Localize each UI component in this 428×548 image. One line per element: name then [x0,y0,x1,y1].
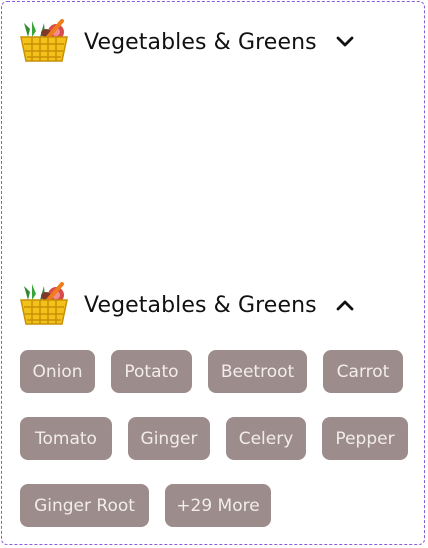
accordion-title: Vegetables & Greens [84,29,317,55]
component-frame [1,1,425,545]
chip-ginger[interactable]: Ginger [128,417,210,460]
accordion-title: Vegetables & Greens [84,292,317,318]
chip-celery[interactable]: Celery [226,417,306,460]
vegetable-basket-icon [20,19,68,62]
chevron-up-icon[interactable] [335,295,355,315]
chip-onion[interactable]: Onion [20,350,95,393]
chip-potato[interactable]: Potato [111,350,192,393]
chevron-down-icon[interactable] [335,32,355,52]
more-chips-button[interactable]: +29 More [165,484,271,527]
chip-tomato[interactable]: Tomato [20,417,112,460]
chip-beetroot[interactable]: Beetroot [208,350,307,393]
chip-carrot[interactable]: Carrot [323,350,403,393]
vegetable-basket-icon [20,282,68,325]
chip-pepper[interactable]: Pepper [322,417,408,460]
accordion-header-vegetables-expanded[interactable]: Vegetables & Greens [18,282,355,327]
chip-ginger-root[interactable]: Ginger Root [20,484,149,527]
accordion-header-vegetables-collapsed[interactable]: Vegetables & Greens [18,19,355,64]
